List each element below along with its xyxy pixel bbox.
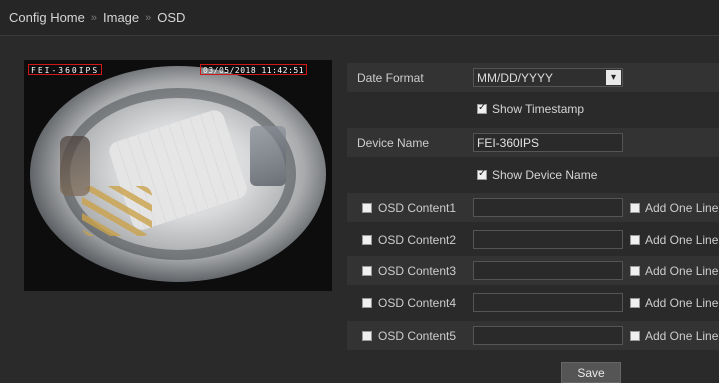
add-one-line-label: Add One Line [645, 200, 719, 215]
show-timestamp-row: Show Timestamp [347, 94, 719, 123]
device-name-label: Device Name [357, 135, 430, 150]
breadcrumb-image[interactable]: Image [103, 10, 139, 25]
osd-content-input[interactable] [473, 261, 623, 280]
fisheye-image [30, 66, 326, 282]
add-one-line-checkbox[interactable] [630, 265, 640, 276]
osd-timestamp-overlay[interactable]: 03/05/2018 11:42:51 [200, 64, 308, 75]
date-format-select[interactable]: MM/DD/YYYY ▾ [473, 68, 623, 87]
osd-content-input[interactable] [473, 230, 623, 249]
add-one-line-label: Add One Line [645, 328, 719, 343]
device-name-row: Device Name FEI-360IPS [347, 128, 719, 157]
save-button[interactable]: Save [561, 362, 621, 383]
osd-content-row: OSD Content4 Add One Line [347, 288, 719, 317]
osd-content-checkbox[interactable] [362, 202, 372, 213]
osd-content-label: OSD Content2 [378, 232, 457, 247]
show-timestamp-label: Show Timestamp [492, 101, 585, 116]
show-device-name-label: Show Device Name [492, 167, 598, 182]
date-format-value: MM/DD/YYYY [477, 70, 554, 85]
osd-content-checkbox[interactable] [362, 297, 372, 308]
osd-content-label: OSD Content4 [378, 295, 457, 310]
osd-content-input[interactable] [473, 326, 623, 345]
osd-content-row: OSD Content5 Add One Line [347, 321, 719, 350]
add-one-line-checkbox[interactable] [630, 202, 640, 213]
breadcrumb: Config Home » Image » OSD [0, 0, 719, 36]
add-one-line-label: Add One Line [645, 263, 719, 278]
osd-content-label: OSD Content5 [378, 328, 457, 343]
breadcrumb-config-home[interactable]: Config Home [9, 10, 85, 25]
date-format-row: Date Format MM/DD/YYYY ▾ [347, 63, 719, 92]
osd-content-label: OSD Content3 [378, 263, 457, 278]
show-device-name-checkbox[interactable] [477, 168, 487, 180]
add-one-line-checkbox[interactable] [630, 330, 640, 341]
osd-content-checkbox[interactable] [362, 330, 372, 341]
breadcrumb-osd: OSD [157, 10, 186, 25]
breadcrumb-separator: » [90, 11, 97, 24]
show-timestamp-checkbox[interactable] [477, 102, 487, 114]
device-name-input[interactable]: FEI-360IPS [473, 133, 623, 152]
show-device-name-row: Show Device Name [347, 160, 719, 189]
osd-content-checkbox[interactable] [362, 234, 372, 245]
osd-content-input[interactable] [473, 293, 623, 312]
osd-device-name-overlay[interactable]: FEI-360IPS [28, 64, 103, 75]
osd-content-row: OSD Content3 Add One Line [347, 256, 719, 285]
osd-content-row: OSD Content2 Add One Line [347, 225, 719, 254]
add-one-line-label: Add One Line [645, 295, 719, 310]
add-one-line-label: Add One Line [645, 232, 719, 247]
breadcrumb-separator: » [145, 11, 152, 24]
osd-content-checkbox[interactable] [362, 265, 372, 276]
add-one-line-checkbox[interactable] [630, 234, 640, 245]
chevron-down-icon[interactable]: ▾ [606, 70, 621, 85]
osd-content-row: OSD Content1 Add One Line [347, 193, 719, 222]
osd-content-label: OSD Content1 [378, 200, 457, 215]
add-one-line-checkbox[interactable] [630, 297, 640, 308]
osd-content-input[interactable] [473, 198, 623, 217]
date-format-label: Date Format [357, 70, 424, 85]
camera-preview: FEI-360IPS 03/05/2018 11:42:51 [24, 60, 332, 291]
